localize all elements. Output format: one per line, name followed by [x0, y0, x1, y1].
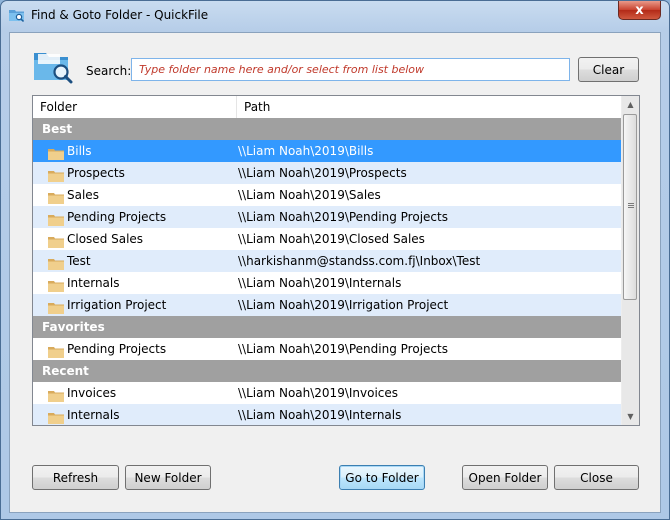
dialog-client-area: Search: Type folder name here and/or sel…	[9, 32, 661, 513]
search-label: Search:	[86, 64, 132, 78]
folder-name: Test	[67, 254, 91, 268]
vertical-scrollbar[interactable]: ▲ ▼	[621, 96, 639, 425]
clear-button[interactable]: Clear	[578, 57, 639, 82]
folder-path: \\Liam Noah\2019\Invoices	[238, 386, 399, 400]
folder-name: Internals	[67, 408, 120, 422]
folder-name: Sales	[67, 188, 99, 202]
folder-list-row[interactable]: Pending Projects \\Liam Noah\2019\Pending…	[33, 338, 622, 360]
new-folder-button[interactable]: New Folder	[125, 465, 211, 490]
folder-icon	[48, 255, 64, 270]
quickfile-dialog-window: Find & Goto Folder - QuickFile x Search:…	[0, 0, 670, 520]
close-button[interactable]: Close	[554, 465, 639, 490]
window-title: Find & Goto Folder - QuickFile	[31, 8, 209, 22]
folder-icon	[48, 387, 64, 402]
folder-list[interactable]: Folder Path Best Bills \\Liam Noah\2019\Bi…	[32, 95, 640, 426]
folder-list-row[interactable]: Sales \\Liam Noah\2019\Sales	[33, 184, 622, 206]
group-header-row: Best	[33, 118, 622, 140]
folder-icon	[48, 211, 64, 226]
folder-search-icon	[9, 10, 25, 22]
folder-name: Internals	[67, 276, 120, 290]
group-header-row: Recent	[33, 360, 622, 382]
folder-icon	[48, 343, 64, 358]
folder-path: \\Liam Noah\2019\Pending Projects	[238, 342, 448, 356]
go-to-folder-button[interactable]: Go to Folder	[339, 465, 425, 490]
folder-path: \\harkishanm@standss.com.fj\Inbox\Test	[238, 254, 481, 268]
refresh-button[interactable]: Refresh	[32, 465, 119, 490]
list-rows: Best Bills \\Liam Noah\2019\Bills Prospects…	[33, 118, 622, 425]
folder-path: \\Liam Noah\2019\Closed Sales	[238, 232, 425, 246]
title-bar[interactable]: Find & Goto Folder - QuickFile x	[1, 1, 669, 31]
folder-path: \\Liam Noah\2019\Bills	[238, 144, 374, 158]
folder-list-row[interactable]: Bills \\Liam Noah\2019\Bills	[33, 140, 622, 162]
folder-magnifier-icon	[34, 53, 73, 84]
folder-icon	[48, 167, 64, 182]
folder-name: Bills	[67, 144, 92, 158]
open-folder-button[interactable]: Open Folder	[462, 465, 548, 490]
folder-path: \\Liam Noah\2019\Internals	[238, 276, 402, 290]
folder-list-row[interactable]: Closed Sales \\Liam Noah\2019\Closed Sale…	[33, 228, 622, 250]
folder-list-row[interactable]: Test \\harkishanm@standss.com.fj\Inbox\Te…	[33, 250, 622, 272]
window-close-button[interactable]: x	[618, 1, 661, 20]
arrow-up-icon[interactable]: ▲	[622, 96, 639, 113]
folder-list-row[interactable]: Pending Projects \\Liam Noah\2019\Pending…	[33, 206, 622, 228]
folder-list-row[interactable]: Internals \\Liam Noah\2019\Internals	[33, 272, 622, 294]
close-icon: x	[635, 2, 644, 18]
folder-icon	[48, 145, 64, 160]
folder-name: Invoices	[67, 386, 117, 400]
folder-icon	[48, 409, 64, 424]
folder-icon	[48, 233, 64, 248]
folder-list-row[interactable]: Irrigation Project \\Liam Noah\2019\Irrig…	[33, 294, 622, 316]
folder-icon	[48, 299, 64, 314]
folder-name: Pending Projects	[67, 342, 167, 356]
column-header-path[interactable]: Path	[237, 96, 622, 118]
folder-icon	[48, 277, 64, 292]
folder-path: \\Liam Noah\2019\Sales	[238, 188, 381, 202]
folder-name: Prospects	[67, 166, 125, 180]
folder-name: Pending Projects	[67, 210, 167, 224]
folder-name: Closed Sales	[67, 232, 144, 246]
folder-icon	[48, 189, 64, 204]
folder-path: \\Liam Noah\2019\Pending Projects	[238, 210, 448, 224]
search-placeholder: Type folder name here and/or select from…	[139, 63, 425, 76]
search-input[interactable]: Type folder name here and/or select from…	[131, 58, 570, 81]
folder-list-row[interactable]: Internals \\Liam Noah\2019\Internals	[33, 404, 622, 425]
scrollbar-thumb[interactable]	[623, 114, 637, 300]
folder-path: \\Liam Noah\2019\Irrigation Project	[238, 298, 449, 312]
folder-list-row[interactable]: Prospects \\Liam Noah\2019\Prospects	[33, 162, 622, 184]
folder-path: \\Liam Noah\2019\Prospects	[238, 166, 407, 180]
folder-name: Irrigation Project	[67, 298, 167, 312]
folder-path: \\Liam Noah\2019\Internals	[238, 408, 402, 422]
arrow-down-icon[interactable]: ▼	[622, 408, 639, 425]
group-header-row: Favorites	[33, 316, 622, 338]
column-header-folder[interactable]: Folder	[33, 96, 237, 118]
list-header: Folder Path	[33, 96, 622, 119]
folder-list-row[interactable]: Invoices \\Liam Noah\2019\Invoices	[33, 382, 622, 404]
